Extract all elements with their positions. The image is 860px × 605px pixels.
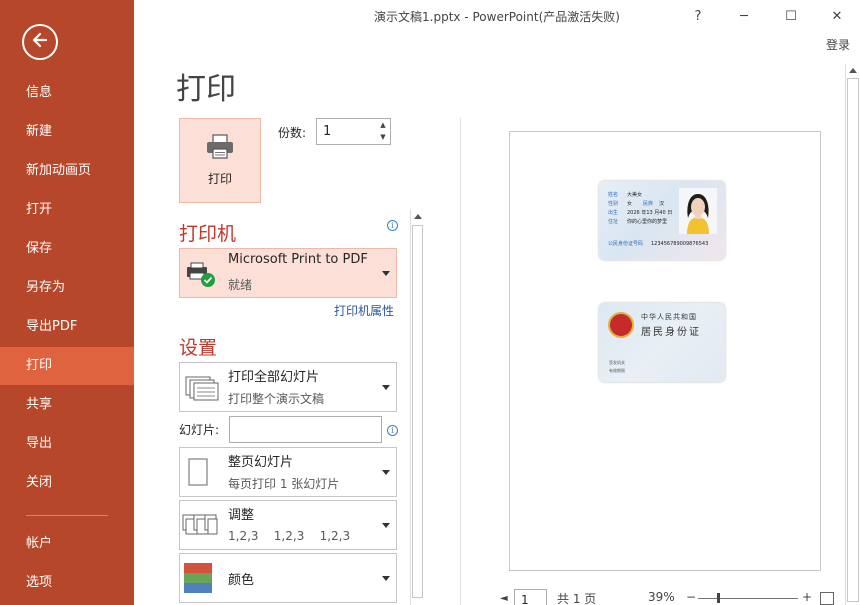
layout-dropdown[interactable]: 整页幻灯片 每页打印 1 张幻灯片: [179, 447, 397, 497]
close-button[interactable]: ✕: [823, 4, 851, 28]
id-card-front: 姓名 大美女 性别 女 民族 汉 出生 2026 年13 月40 日 住址 你的…: [599, 181, 725, 260]
sidebar-item-open[interactable]: 打开: [0, 191, 134, 229]
zoom-slider-thumb[interactable]: [717, 593, 720, 603]
print-range-dropdown[interactable]: 打印全部幻灯片 打印整个演示文稿: [179, 362, 397, 412]
copies-input[interactable]: 1 ▲ ▼: [316, 118, 391, 145]
full-page-slide-icon: [188, 458, 208, 490]
layout-title: 整页幻灯片: [228, 455, 294, 470]
page-number-input[interactable]: 1: [514, 589, 547, 605]
id-back-line1: 中华人民共和国: [641, 313, 697, 321]
minimize-button[interactable]: ─: [730, 4, 758, 28]
back-button[interactable]: [22, 24, 58, 60]
sidebar-item-share[interactable]: 共享: [0, 386, 134, 424]
zoom-level: 39%: [648, 590, 675, 604]
scroll-up-icon[interactable]: [849, 68, 857, 73]
slides-input[interactable]: [229, 416, 382, 443]
copies-down-icon[interactable]: ▼: [378, 132, 388, 143]
sidebar-item-export-pdf[interactable]: 导出PDF: [0, 308, 134, 346]
settings-scroll-thumb[interactable]: [412, 225, 423, 598]
sidebar-item-close[interactable]: 关闭: [0, 464, 134, 502]
id-valid-label: 有效期限: [609, 368, 625, 373]
sidebar-item-print[interactable]: 打印: [0, 347, 134, 385]
chevron-down-icon: [382, 385, 390, 390]
id-back-line2: 居民身份证: [641, 327, 701, 338]
copies-label: 份数:: [278, 126, 307, 140]
printer-heading: 打印机: [179, 223, 237, 245]
help-button[interactable]: ?: [684, 4, 712, 28]
collate-title: 调整: [228, 508, 255, 523]
color-title: 颜色: [228, 573, 255, 588]
id-ethnic-value: 汉: [659, 201, 665, 207]
slides-stack-icon: [185, 375, 219, 405]
layout-sub: 每页打印 1 张幻灯片: [228, 477, 340, 491]
id-sex-label: 性别: [608, 201, 619, 207]
zoom-out-icon[interactable]: −: [686, 590, 696, 605]
id-birth-value: 2026 年13 月40 日: [627, 210, 673, 216]
id-address-label: 住址: [608, 219, 619, 225]
sidebar-item-save[interactable]: 保存: [0, 230, 134, 268]
printer-properties-link[interactable]: 打印机属性: [334, 302, 394, 319]
page-total: 共 1 页: [557, 592, 597, 605]
printer-info-icon[interactable]: i: [387, 220, 398, 231]
pane-separator: [460, 118, 461, 605]
zoom-in-icon[interactable]: +: [802, 590, 812, 605]
settings-scrollbar[interactable]: [410, 209, 424, 605]
id-name-value: 大美女: [627, 192, 643, 198]
printer-icon: [205, 134, 235, 164]
chevron-down-icon: [382, 576, 390, 581]
backstage-sidebar: 信息 新建 新加动画页 打开 保存 另存为 导出PDF 打印 共享 导出 关闭 …: [0, 0, 134, 605]
maximize-button[interactable]: ☐: [777, 4, 805, 28]
copies-up-icon[interactable]: ▲: [378, 120, 388, 131]
id-sex-value: 女: [627, 201, 633, 207]
color-dropdown[interactable]: 颜色: [179, 553, 397, 603]
id-birth-label: 出生: [608, 210, 619, 216]
collate-dropdown[interactable]: 调整 1,2,3 1,2,3 1,2,3: [179, 500, 397, 550]
sidebar-item-save-as[interactable]: 另存为: [0, 269, 134, 307]
collate-icon: [182, 513, 218, 543]
color-swatch-icon: [184, 563, 212, 597]
chevron-down-icon: [382, 271, 390, 276]
preview-scrollbar[interactable]: [845, 64, 860, 605]
settings-heading: 设置: [179, 337, 218, 359]
sidebar-divider: [26, 515, 108, 516]
sidebar-item-new[interactable]: 新建: [0, 113, 134, 151]
printer-name: Microsoft Print to PDF: [228, 252, 368, 267]
id-address-value: 你的心里你的梦里: [627, 219, 668, 225]
id-issuer-label: 签发机关: [609, 360, 625, 365]
prev-page-icon[interactable]: ◄: [500, 593, 508, 605]
slides-info-icon[interactable]: i: [387, 425, 398, 436]
printer-dropdown[interactable]: Microsoft Print to PDF 就绪: [179, 248, 397, 298]
back-arrow-icon: [30, 30, 50, 54]
print-preview-page: 姓名 大美女 性别 女 民族 汉 出生 2026 年13 月40 日 住址 你的…: [509, 131, 821, 571]
chevron-down-icon: [382, 470, 390, 475]
zoom-slider[interactable]: [698, 598, 798, 599]
national-emblem-icon: [608, 312, 634, 338]
fit-to-window-icon[interactable]: [820, 592, 834, 605]
print-range-sub: 打印整个演示文稿: [228, 392, 325, 406]
collate-sub: 1,2,3 1,2,3 1,2,3: [228, 529, 351, 543]
copies-value: 1: [323, 124, 332, 139]
id-ethnic-label: 民族: [643, 201, 654, 207]
printer-status: 就绪: [228, 278, 253, 292]
print-button-label: 打印: [207, 172, 232, 186]
sidebar-item-new-animation[interactable]: 新加动画页: [0, 152, 134, 190]
slides-label: 幻灯片:: [179, 423, 220, 437]
id-photo: [679, 188, 717, 234]
printer-ready-icon: [185, 260, 217, 292]
sidebar-item-options[interactable]: 选项: [0, 564, 134, 602]
chevron-down-icon: [382, 523, 390, 528]
sidebar-item-info[interactable]: 信息: [0, 74, 134, 112]
id-number-label: 公民身份证号码: [608, 241, 644, 247]
id-number-value: 123456789009876543: [651, 241, 709, 247]
sidebar-item-export[interactable]: 导出: [0, 425, 134, 463]
print-range-title: 打印全部幻灯片: [228, 370, 320, 385]
preview-scroll-thumb[interactable]: [847, 78, 859, 602]
id-name-label: 姓名: [608, 192, 619, 198]
id-card-back: 中华人民共和国 居民身份证 签发机关 有效期限: [599, 303, 725, 382]
sidebar-item-account[interactable]: 帐户: [0, 525, 134, 563]
print-button[interactable]: 打印: [179, 118, 261, 203]
login-link[interactable]: 登录: [826, 36, 850, 53]
page-title: 打印: [176, 72, 236, 107]
scroll-up-icon[interactable]: [414, 214, 422, 219]
